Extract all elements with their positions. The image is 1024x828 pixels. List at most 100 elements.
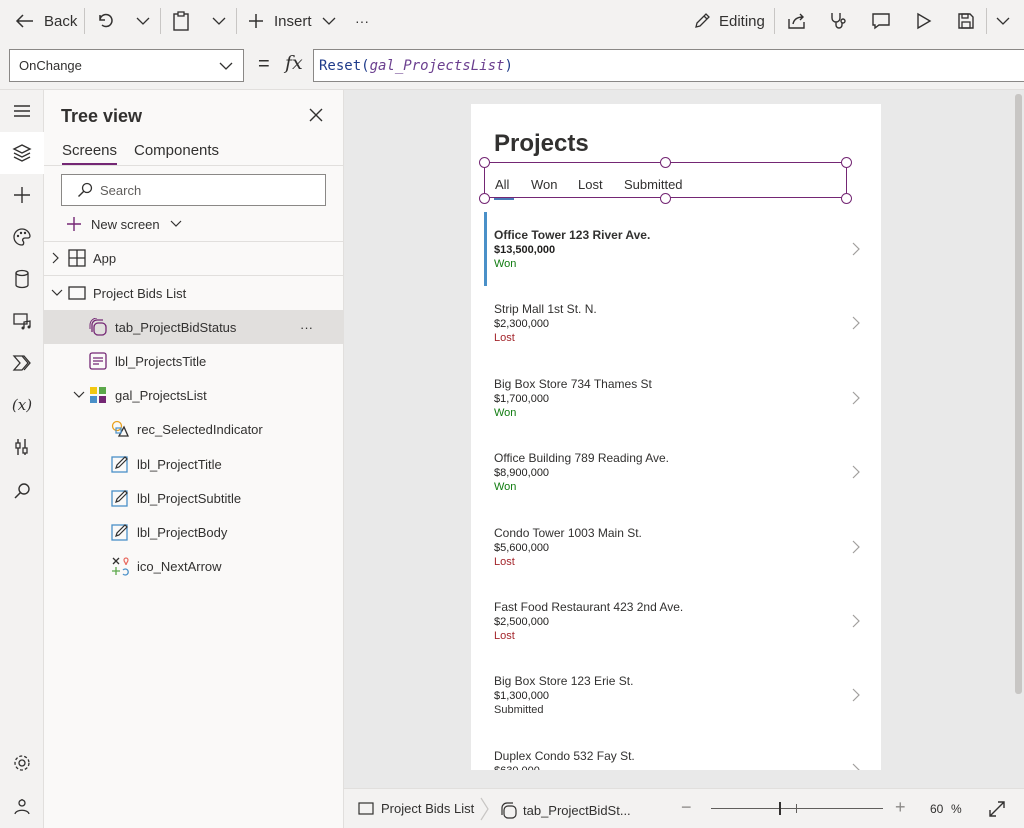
gallery-item[interactable]: Condo Tower 1003 Main St. $5,600,000 Lost [471, 510, 881, 584]
next-arrow-icon[interactable] [852, 614, 860, 628]
project-amount: $5,600,000 [494, 541, 550, 554]
tree-item-tab-control[interactable]: tab_ProjectBidStatus ··· [44, 310, 344, 344]
paste-dropdown-button[interactable] [212, 0, 226, 42]
variables-button[interactable]: (𝑥) [0, 384, 44, 426]
close-pane-button[interactable] [308, 107, 324, 123]
settings-button[interactable] [0, 742, 44, 784]
project-status: Won [494, 406, 517, 419]
next-arrow-icon[interactable] [852, 540, 860, 554]
editing-mode-button[interactable]: Editing [693, 0, 765, 42]
gallery-item[interactable]: Big Box Store 123 Erie St. $1,300,000 Subm… [471, 658, 881, 732]
tab-underline [494, 198, 514, 200]
zoom-value[interactable]: 60 [930, 802, 943, 816]
fit-to-window-button[interactable] [988, 800, 1006, 818]
insert-rail-button[interactable] [0, 174, 44, 216]
tree-item-gallery[interactable]: gal_ProjectsList [44, 378, 344, 412]
tab-components[interactable]: Components [134, 142, 219, 159]
save-dropdown-button[interactable] [996, 0, 1010, 42]
resize-handle[interactable] [660, 193, 671, 204]
gallery-item[interactable]: Duplex Condo 532 Fay St. $630,000 [471, 733, 881, 770]
save-button[interactable] [957, 0, 975, 42]
resize-handle[interactable] [479, 193, 490, 204]
tree-view-pane: Tree view Screens Components Search New … [44, 90, 344, 828]
next-arrow-icon[interactable] [852, 688, 860, 702]
chevron-down-icon [996, 16, 1010, 26]
tree-item-label-control[interactable]: lbl_ProjectSubtitle [44, 481, 344, 515]
breadcrumb-screen[interactable]: Project Bids List [358, 801, 474, 816]
new-screen-button[interactable]: New screen [66, 214, 182, 234]
resize-handle[interactable] [841, 157, 852, 168]
gallery-item[interactable]: Big Box Store 734 Thames St $1,700,000 Won [471, 361, 881, 435]
app-checker-button[interactable] [829, 0, 849, 42]
project-amount: $2,300,000 [494, 318, 550, 331]
virtual-agent-button[interactable] [0, 786, 44, 828]
tree-view-button[interactable] [0, 132, 44, 174]
more-options-button[interactable]: ··· [300, 320, 313, 335]
tree-search-box[interactable]: Search [61, 174, 326, 206]
project-status: Won [494, 481, 517, 494]
undo-dropdown-button[interactable] [136, 0, 150, 42]
close-icon [308, 107, 324, 123]
property-value: OnChange [19, 58, 82, 73]
preview-play-button[interactable] [916, 0, 932, 42]
zoom-slider-thumb[interactable] [778, 802, 781, 815]
tab-screens[interactable]: Screens [62, 142, 118, 165]
zoom-in-button[interactable]: + [895, 797, 906, 818]
projects-title[interactable]: Projects [494, 130, 589, 158]
next-arrow-icon[interactable] [852, 242, 860, 256]
zoom-slider-track[interactable] [711, 808, 883, 809]
share-button[interactable] [787, 0, 807, 42]
tree-view-title: Tree view [61, 106, 143, 126]
gallery-item[interactable]: Strip Mall 1st St. N. $2,300,000 Lost [471, 286, 881, 360]
project-status: Lost [494, 630, 515, 642]
tree-item-label-control[interactable]: lbl_ProjectsTitle [44, 344, 344, 378]
media-button[interactable] [0, 300, 44, 342]
canvas-scrollbar[interactable] [1015, 94, 1022, 694]
breadcrumb-control-label: tab_ProjectBidSt... [523, 802, 631, 818]
tree-item-label-control[interactable]: lbl_ProjectBody [44, 515, 344, 549]
next-arrow-icon[interactable] [852, 465, 860, 479]
gallery-item[interactable]: Office Building 789 Reading Ave. $8,900,0… [471, 435, 881, 509]
data-button[interactable] [0, 258, 44, 300]
search-rail-button[interactable] [0, 470, 44, 512]
zoom-out-button[interactable]: − [681, 797, 692, 818]
property-dropdown[interactable]: OnChange [9, 49, 244, 82]
comments-button[interactable] [871, 0, 891, 42]
breadcrumb-control[interactable]: tab_ProjectBidSt... [499, 801, 631, 819]
next-arrow-icon[interactable] [852, 391, 860, 405]
screen-icon [68, 286, 86, 300]
paste-button[interactable] [172, 0, 190, 42]
tree-item-app[interactable]: App [44, 241, 344, 275]
tree-item-icon-control[interactable]: ico_NextArrow [44, 549, 344, 583]
resize-handle[interactable] [660, 157, 671, 168]
gallery-item[interactable]: Office Tower 123 River Ave. $13,500,000 Wo… [471, 212, 881, 286]
power-automate-button[interactable] [0, 342, 44, 384]
more-commands-button[interactable]: ··· [355, 0, 369, 42]
formula-input[interactable]: Reset(gal_ProjectsList) [313, 49, 1024, 82]
tree-item-rectangle[interactable]: rec_SelectedIndicator [44, 412, 344, 446]
undo-button[interactable] [96, 0, 114, 42]
next-arrow-icon[interactable] [852, 763, 860, 770]
project-status: Lost [494, 332, 515, 345]
project-amount: $1,300,000 [494, 690, 550, 703]
project-title: Duplex Condo 532 Fay St. [494, 748, 635, 763]
themes-button[interactable] [0, 216, 44, 258]
undo-icon [96, 12, 114, 30]
zoom-slider-tick [796, 804, 797, 813]
hamburger-menu-button[interactable] [0, 90, 44, 132]
project-title: Big Box Store 734 Thames St [494, 376, 652, 391]
gallery-item[interactable]: Fast Food Restaurant 423 2nd Ave. $2,500,… [471, 584, 881, 658]
tree-item-screen[interactable]: Project Bids List [44, 276, 344, 310]
project-title: Office Tower 123 River Ave. [494, 228, 651, 242]
back-button[interactable]: Back [14, 0, 77, 42]
advanced-tools-button[interactable] [0, 426, 44, 468]
agent-icon [13, 798, 31, 816]
resize-handle[interactable] [841, 193, 852, 204]
next-arrow-icon[interactable] [852, 316, 860, 330]
shapes-icon [111, 420, 129, 438]
insert-label: Insert [274, 12, 312, 30]
tree-item-label-control[interactable]: lbl_ProjectTitle [44, 447, 344, 481]
insert-button[interactable]: Insert [248, 0, 336, 42]
search-input[interactable]: Search [100, 183, 141, 198]
resize-handle[interactable] [479, 157, 490, 168]
